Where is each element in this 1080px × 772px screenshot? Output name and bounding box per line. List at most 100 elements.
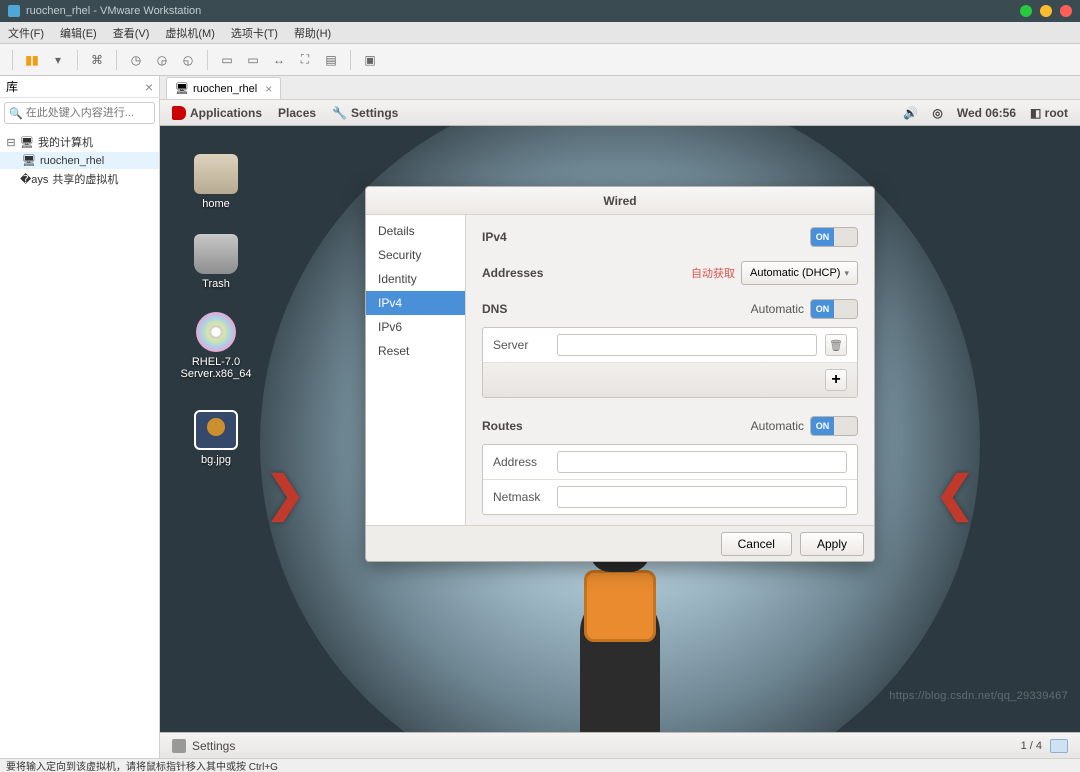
library-close-icon[interactable]: × <box>145 79 153 95</box>
desktop-trash-icon[interactable]: Trash <box>176 234 256 290</box>
view-multiple-button[interactable]: ▤ <box>320 49 342 71</box>
vm-tab-ruochen-rhel[interactable]: 🖥 ruochen_rhel × <box>166 77 281 99</box>
tab-reset[interactable]: Reset <box>366 339 465 363</box>
addresses-mode-select[interactable]: Automatic (DHCP) ▾ <box>741 261 858 285</box>
vm-tab-bar: 🖥 ruochen_rhel × <box>160 76 1080 100</box>
shared-icon: �ays <box>20 173 48 186</box>
toolbar: ▮▮ ▾ ⌘ ◷ ◶ ◵ ▭ ▭ ↔ ⛶ ▤ ▣ <box>0 44 1080 76</box>
clock[interactable]: Wed 06:56 <box>957 106 1016 120</box>
guest-desktop[interactable]: ❯ ❮ home Trash RHEL-7.0 Server.x86_64 <box>160 126 1080 732</box>
desktop-cd-icon[interactable]: RHEL-7.0 Server.x86_64 <box>170 312 262 380</box>
view-unity-button[interactable]: ▭ <box>242 49 264 71</box>
menu-tabs[interactable]: 选项卡(T) <box>223 25 286 41</box>
network-wired-dialog: Wired Details Security Identity IPv4 IPv… <box>365 186 875 562</box>
fullscreen-button[interactable]: ▣ <box>359 49 381 71</box>
status-text: 要将输入定向到该虚拟机，请将鼠标指针移入其中或按 Ctrl+G <box>6 758 278 772</box>
wrench-icon <box>172 739 186 753</box>
os-title-bar: ruochen_rhel - VMware Workstation <box>0 0 1080 22</box>
current-app-settings[interactable]: 🔧 Settings <box>332 106 398 120</box>
window-close-icon[interactable] <box>1060 5 1072 17</box>
desktop-home-icon[interactable]: home <box>176 154 256 210</box>
workspace-switcher[interactable] <box>1050 739 1068 753</box>
dialog-sidebar: Details Security Identity IPv4 IPv6 Rese… <box>366 215 466 525</box>
menu-file[interactable]: 文件(F) <box>0 25 52 41</box>
taskbar-settings[interactable]: Settings <box>192 739 235 753</box>
menu-vm[interactable]: 虚拟机(M) <box>157 25 223 41</box>
window-maximize-icon[interactable] <box>1040 5 1052 17</box>
dns-heading: DNS <box>482 302 507 316</box>
dns-server-input[interactable] <box>557 334 817 356</box>
view-console-button[interactable]: ▭ <box>216 49 238 71</box>
wallpaper-arrow-right-icon: ❮ <box>935 466 975 522</box>
library-search[interactable]: 🔍 ▾ <box>4 102 155 124</box>
ipv4-heading: IPv4 <box>482 230 507 244</box>
route-netmask-label: Netmask <box>493 490 549 504</box>
snapshot-revert-button[interactable]: ◶ <box>151 49 173 71</box>
tree-my-computer[interactable]: ⊟ 🖥 我的计算机 <box>0 132 159 152</box>
power-dropdown[interactable]: ▾ <box>47 49 69 71</box>
tab-close-icon[interactable]: × <box>265 82 272 96</box>
tab-security[interactable]: Security <box>366 243 465 267</box>
route-address-input[interactable] <box>557 451 847 473</box>
chevron-down-icon: ▾ <box>844 268 849 279</box>
trash-icon <box>194 234 238 274</box>
app-icon <box>8 5 20 17</box>
disc-icon <box>196 312 236 352</box>
addresses-heading: Addresses <box>482 266 543 280</box>
vm-icon: 🖥 <box>22 154 36 167</box>
gnome-bottom-bar: Settings 1 / 4 <box>160 732 1080 758</box>
dns-delete-button[interactable]: 🗑 <box>825 334 847 356</box>
dns-server-label: Server <box>493 338 549 352</box>
routes-heading: Routes <box>482 419 523 433</box>
menu-view[interactable]: 查看(V) <box>105 25 158 41</box>
tab-ipv4[interactable]: IPv4 <box>366 291 465 315</box>
tree-vm-ruochen-rhel[interactable]: 🖥 ruochen_rhel <box>0 152 159 169</box>
accessibility-icon[interactable]: ◎ <box>932 106 942 120</box>
library-tree: ⊟ 🖥 我的计算机 🖥 ruochen_rhel �ays 共享的虚拟机 <box>0 128 159 193</box>
snapshot-manage-button[interactable]: ◵ <box>177 49 199 71</box>
redhat-icon <box>172 106 186 120</box>
watermark: https://blog.csdn.net/qq_29339467 <box>889 690 1068 702</box>
user-menu[interactable]: ◧ root <box>1030 106 1068 120</box>
dns-auto-label: Automatic <box>751 302 804 316</box>
status-bar: 要将输入定向到该虚拟机，请将鼠标指针移入其中或按 Ctrl+G <box>0 758 1080 772</box>
tab-details[interactable]: Details <box>366 219 465 243</box>
tree-shared-vms[interactable]: �ays 共享的虚拟机 <box>0 169 159 189</box>
wallpaper-arrow-left-icon: ❯ <box>265 466 305 522</box>
window-minimize-icon[interactable] <box>1020 5 1032 17</box>
library-search-input[interactable] <box>26 107 168 119</box>
applications-menu[interactable]: Applications <box>172 106 262 120</box>
ipv4-toggle[interactable]: ON <box>810 227 858 247</box>
workspace-pager-label: 1 / 4 <box>1021 740 1042 752</box>
trash-icon: 🗑 <box>829 339 843 352</box>
tab-ipv6[interactable]: IPv6 <box>366 315 465 339</box>
volume-icon[interactable]: 🔊 <box>903 106 918 120</box>
view-stretch-button[interactable]: ↔ <box>268 49 290 71</box>
image-icon <box>194 410 238 450</box>
wrench-icon: 🔧 <box>332 106 347 120</box>
cancel-button[interactable]: Cancel <box>721 532 792 556</box>
library-title: 库 <box>6 78 18 95</box>
view-fit-button[interactable]: ⛶ <box>294 49 316 71</box>
search-icon: 🔍 <box>9 107 23 120</box>
menu-bar: 文件(F) 编辑(E) 查看(V) 虚拟机(M) 选项卡(T) 帮助(H) <box>0 22 1080 44</box>
routes-auto-toggle[interactable]: ON <box>810 416 858 436</box>
collapse-icon[interactable]: ⊟ <box>6 136 16 149</box>
dns-add-button[interactable]: + <box>825 369 847 391</box>
route-netmask-input[interactable] <box>557 486 847 508</box>
pause-button[interactable]: ▮▮ <box>21 49 43 71</box>
menu-help[interactable]: 帮助(H) <box>286 25 339 41</box>
apply-button[interactable]: Apply <box>800 532 864 556</box>
routes-auto-label: Automatic <box>751 419 804 433</box>
dns-auto-toggle[interactable]: ON <box>810 299 858 319</box>
send-ctrl-alt-del-button[interactable]: ⌘ <box>86 49 108 71</box>
places-menu[interactable]: Places <box>278 106 316 120</box>
tab-identity[interactable]: Identity <box>366 267 465 291</box>
desktop-image-icon[interactable]: bg.jpg <box>176 410 256 466</box>
snapshot-take-button[interactable]: ◷ <box>125 49 147 71</box>
dialog-title: Wired <box>366 187 874 215</box>
dns-panel: Server 🗑 + <box>482 327 858 398</box>
gnome-top-bar: Applications Places 🔧 Settings 🔊 ◎ Wed 0… <box>160 100 1080 126</box>
menu-edit[interactable]: 编辑(E) <box>52 25 105 41</box>
addresses-note: 自动获取 <box>691 265 735 281</box>
